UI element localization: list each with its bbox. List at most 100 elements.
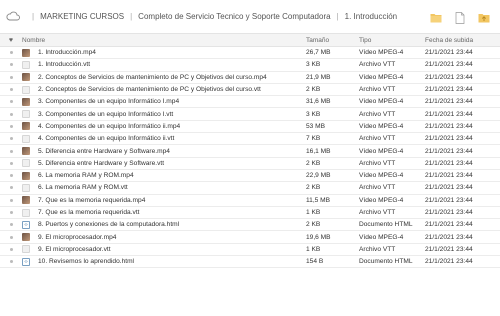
file-type: Vídeo MPEG-4	[359, 98, 404, 106]
video-thumbnail-icon	[22, 147, 30, 156]
file-name-cell[interactable]: 6. La memoria RAM y ROM.mp4	[22, 171, 306, 180]
row-dot-icon	[9, 161, 13, 165]
heart-icon: ♥	[8, 36, 14, 44]
table-row[interactable]: 2. Conceptos de Servicios de mantenimien…	[0, 84, 500, 97]
file-name-cell[interactable]: 5. Diferencia entre Hardware y Software.…	[22, 159, 306, 168]
table-row[interactable]: 3. Componentes de un equipo Informático …	[0, 96, 500, 109]
table-row[interactable]: 7. Que es la memoria requerida.mp4 11,5 M…	[0, 195, 500, 207]
table-row[interactable]: 6. La memoria RAM y ROM.mp4 22,9 MB Vídeo …	[0, 170, 500, 183]
row-dot-icon	[9, 75, 13, 79]
table-row[interactable]: 4. Componentes de un equipo Informático …	[0, 133, 500, 146]
table-row[interactable]: 1. Introducción.vtt 3 KB Archivo VTT 21/1/2…	[0, 59, 500, 72]
row-select[interactable]	[0, 186, 22, 190]
table-row[interactable]: 9. El microprocesador.vtt 1 KB Archivo VTT…	[0, 244, 500, 257]
file-name-cell[interactable]: 1. Introducción.vtt	[22, 60, 306, 69]
row-dot-icon	[9, 198, 13, 202]
file-type: Archivo VTT	[359, 184, 396, 192]
file-name-cell[interactable]: 3. Componentes de un equipo Informático …	[22, 110, 306, 119]
file-date: 21/1/2021 23:44	[425, 98, 473, 106]
file-name-cell[interactable]: ‹› 10. Revisemos lo aprendido.html	[22, 257, 306, 266]
column-header-type[interactable]: Tipo	[359, 37, 425, 44]
file-name-cell[interactable]: ‹› 8. Puertos y conexiones de la computad…	[22, 220, 306, 229]
row-select[interactable]	[0, 260, 22, 264]
table-row[interactable]: 5. Diferencia entre Hardware y Software.…	[0, 158, 500, 170]
table-row[interactable]: 1. Introducción.mp4 26,7 MB Vídeo MPEG-4 21…	[0, 47, 500, 60]
column-header-size[interactable]: Tamaño	[306, 37, 359, 44]
row-select[interactable]	[0, 247, 22, 251]
table-row[interactable]: 9. El microprocesador.mp4 19,6 MB Vídeo MP…	[0, 231, 500, 244]
file-name: 6. La memoria RAM y ROM.vtt	[38, 184, 128, 192]
file-date: 21/1/2021 23:44	[425, 196, 473, 204]
row-select[interactable]	[0, 112, 22, 116]
file-name-cell[interactable]: 9. El microprocesador.vtt	[22, 245, 306, 254]
row-select[interactable]	[0, 198, 22, 202]
file-size: 22,9 MB	[306, 172, 331, 180]
row-select[interactable]	[0, 75, 22, 79]
video-thumbnail-icon	[22, 122, 30, 131]
html-file-icon: ‹›	[22, 220, 30, 229]
row-select[interactable]	[0, 88, 22, 92]
new-folder-icon[interactable]	[430, 12, 442, 24]
row-select[interactable]	[0, 235, 22, 239]
new-file-icon[interactable]	[454, 12, 466, 24]
file-date: 21/1/2021 23:44	[425, 122, 473, 130]
row-dot-icon	[9, 51, 13, 55]
row-dot-icon	[9, 100, 13, 104]
row-select[interactable]	[0, 211, 22, 214]
row-select[interactable]	[0, 137, 22, 141]
file-name-cell[interactable]: 7. Que es la memoria requerida.mp4	[22, 196, 306, 205]
cloud-icon[interactable]	[6, 11, 20, 21]
table-header: ♥ Nombre Tamaño Tipo Fecha de subida	[0, 33, 500, 47]
row-dot-icon	[9, 124, 13, 128]
row-select[interactable]	[0, 174, 22, 178]
file-name: 2. Conceptos de Servicios de mantenimien…	[38, 73, 267, 81]
row-select[interactable]	[0, 124, 22, 128]
file-type: Archivo VTT	[359, 61, 396, 69]
file-type: Vídeo MPEG-4	[359, 147, 404, 155]
table-row[interactable]: ‹› 10. Revisemos lo aprendido.html 154 B Do…	[0, 256, 500, 269]
table-row[interactable]: ‹› 8. Puertos y conexiones de la computad…	[0, 219, 500, 232]
column-header-date[interactable]: Fecha de subida	[425, 37, 500, 44]
table-row[interactable]: 5. Diferencia entre Hardware y Software.…	[0, 145, 500, 158]
file-name: 7. Que es la memoria requerida.mp4	[38, 196, 146, 204]
file-date: 21/1/2021 23:44	[425, 209, 473, 216]
file-name-cell[interactable]: 3. Componentes de un equipo Informático …	[22, 97, 306, 106]
file-name-cell[interactable]: 9. El microprocesador.mp4	[22, 233, 306, 242]
column-header-name[interactable]: Nombre	[22, 37, 306, 44]
row-select[interactable]	[0, 51, 22, 55]
breadcrumb-item[interactable]: Completo de Servicio Tecnico y Soporte C…	[138, 12, 330, 21]
file-name-cell[interactable]: 2. Conceptos de Servicios de mantenimien…	[22, 85, 306, 94]
file-name: 4. Componentes de un equipo Informático …	[38, 122, 181, 130]
table-row[interactable]: 4. Componentes de un equipo Informático …	[0, 121, 500, 134]
row-select[interactable]	[0, 149, 22, 153]
table-row[interactable]: 7. Que es la memoria requerida.vtt 1 KB Ar…	[0, 207, 500, 220]
file-name-cell[interactable]: 4. Componentes de un equipo Informático …	[22, 122, 306, 131]
favorite-column[interactable]: ♥	[0, 37, 22, 44]
row-select[interactable]	[0, 223, 22, 227]
file-name: 10. Revisemos lo aprendido.html	[38, 258, 135, 266]
file-size: 7 KB	[306, 135, 321, 143]
row-dot-icon	[9, 137, 13, 141]
table-row[interactable]: 3. Componentes de un equipo Informático …	[0, 108, 500, 121]
row-select[interactable]	[0, 161, 22, 165]
row-dot-icon	[9, 211, 13, 214]
file-name-cell[interactable]: 1. Introducción.mp4	[22, 48, 306, 57]
row-select[interactable]	[0, 100, 22, 104]
row-dot-icon	[9, 174, 13, 178]
file-name-cell[interactable]: 6. La memoria RAM y ROM.vtt	[22, 183, 306, 192]
file-size: 19,6 MB	[306, 233, 331, 241]
file-size: 2 KB	[306, 221, 321, 229]
breadcrumb-item-current[interactable]: 1. Introducción	[345, 12, 397, 21]
breadcrumb-item[interactable]: MARKETING CURSOS	[40, 12, 124, 21]
file-name-cell[interactable]: 2. Conceptos de Servicios de mantenimien…	[22, 73, 306, 82]
table-row[interactable]: 2. Conceptos de Servicios de mantenimien…	[0, 72, 500, 84]
row-select[interactable]	[0, 63, 22, 67]
file-type: Vídeo MPEG-4	[359, 122, 404, 130]
upload-folder-icon[interactable]	[478, 12, 490, 24]
vtt-file-icon	[22, 183, 30, 192]
table-row[interactable]: 6. La memoria RAM y ROM.vtt 2 KB Archivo V…	[0, 182, 500, 195]
file-name-cell[interactable]: 5. Diferencia entre Hardware y Software.…	[22, 147, 306, 156]
file-name-cell[interactable]: 7. Que es la memoria requerida.vtt	[22, 208, 306, 217]
row-dot-icon	[9, 149, 13, 153]
file-name-cell[interactable]: 4. Componentes de un equipo Informático …	[22, 134, 306, 143]
